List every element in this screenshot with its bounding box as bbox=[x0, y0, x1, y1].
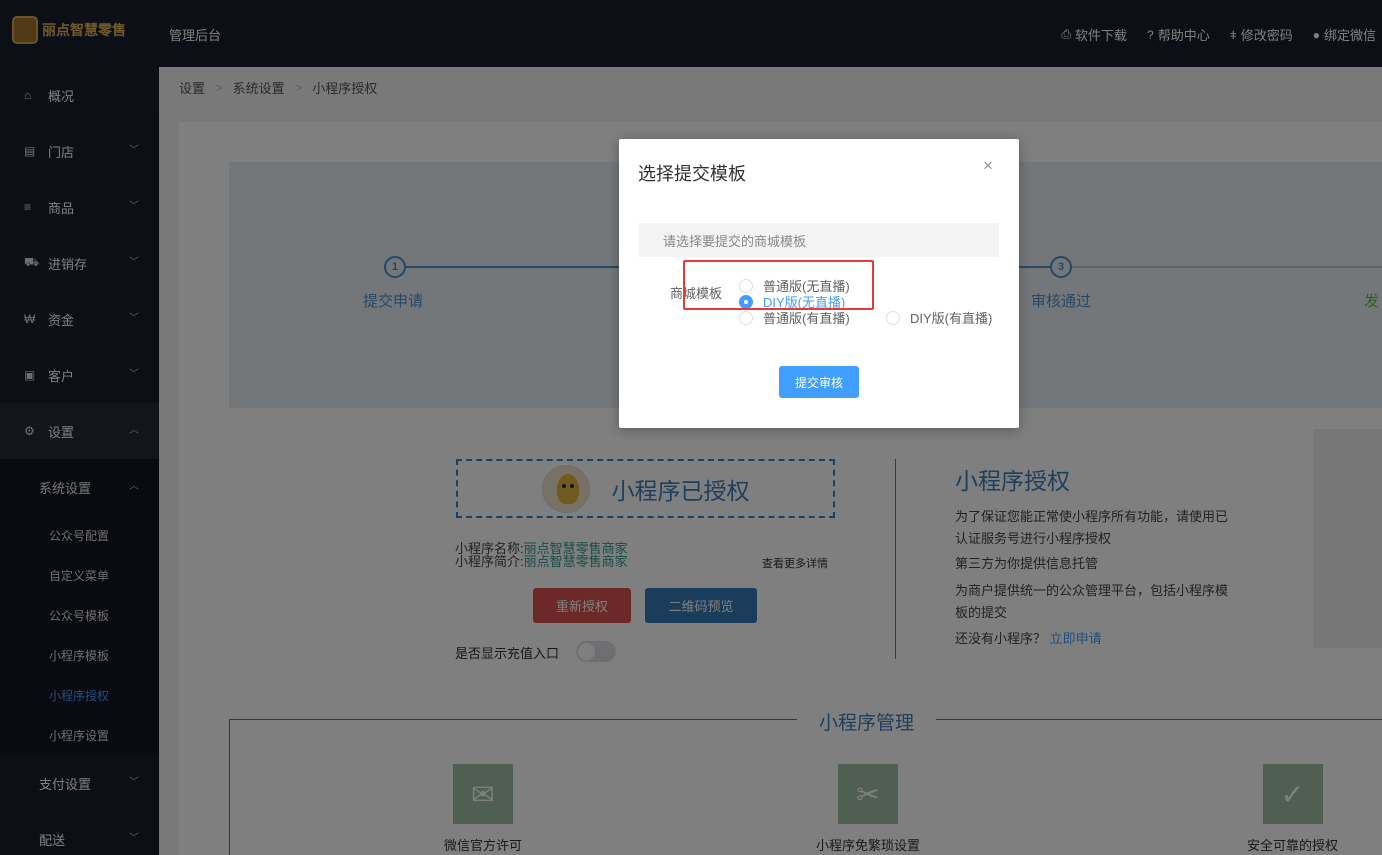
dialog-hint: 请选择要提交的商城模板 bbox=[639, 223, 999, 257]
dialog-title: 选择提交模板 bbox=[638, 164, 746, 184]
close-icon[interactable]: × bbox=[983, 156, 993, 176]
radio-icon bbox=[739, 310, 753, 325]
highlight-annotation bbox=[683, 260, 874, 310]
radio-diy-live[interactable]: DIY版(有直播) bbox=[886, 308, 992, 327]
radio-icon bbox=[886, 310, 900, 325]
radio-normal-live[interactable]: 普通版(有直播) bbox=[739, 308, 850, 327]
submit-review-button[interactable]: 提交审核 bbox=[779, 366, 859, 398]
